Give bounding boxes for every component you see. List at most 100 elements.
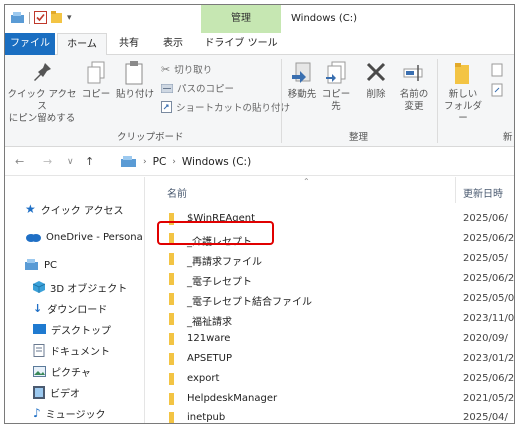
context-tab-manage[interactable]: 管理 — [201, 5, 281, 33]
tab-home[interactable]: ホーム — [57, 33, 107, 56]
copy-path-label: パスのコピー — [177, 84, 235, 95]
row-name: _電子レセプト — [187, 277, 252, 288]
row-name: 121ware — [187, 333, 231, 344]
table-row[interactable]: _電子レセプト 2025/06/2 — [155, 270, 514, 289]
row-name: _電子レセプト結合ファイル — [187, 297, 312, 308]
table-row[interactable]: inetpub 2025/04/ — [155, 409, 514, 423]
folder-icon — [169, 373, 174, 385]
tab-file[interactable]: ファイル — [5, 33, 55, 55]
row-date: 2023/11/0 — [463, 313, 515, 324]
table-row[interactable]: export 2025/06/2 — [155, 370, 515, 389]
move-to-button[interactable]: 移動先 — [287, 61, 317, 101]
tab-share[interactable]: 共有 — [109, 33, 149, 55]
breadcrumb[interactable]: › PC › Windows (C:) — [121, 148, 251, 176]
properties-checkbox-icon[interactable] — [34, 11, 47, 24]
row-date: 2025/06/2 — [463, 233, 515, 244]
delete-button[interactable]: 削除 — [361, 61, 391, 101]
cut-button[interactable]: ✂ 切り取り — [161, 61, 212, 77]
new-folder-qat-icon[interactable] — [51, 11, 63, 24]
table-row[interactable]: HelpdeskManager 2021/05/2 — [155, 390, 514, 409]
table-row[interactable]: APSETUP 2023/01/2 — [155, 350, 514, 369]
row-date: 2020/09/ — [463, 333, 508, 344]
row-name: _福祉請求 — [187, 317, 232, 328]
row-name: _再請求ファイル — [187, 257, 262, 268]
rename-icon — [403, 65, 423, 81]
nav-item-documents[interactable]: ドキュメント — [33, 340, 110, 360]
rename-button[interactable]: 名前の 変更 — [397, 61, 431, 113]
nav-item-desktop[interactable]: デスクトップ — [33, 319, 111, 339]
nav-item-downloads[interactable]: ↓ ダウンロード — [33, 298, 107, 318]
paste-icon — [125, 61, 143, 85]
nav-item-pictures[interactable]: ピクチャ — [33, 361, 91, 381]
easy-access-icon[interactable] — [491, 83, 503, 97]
move-to-icon — [292, 62, 311, 83]
pin-icon — [34, 63, 51, 81]
folder-icon — [169, 412, 174, 423]
pc-icon — [25, 259, 38, 270]
nav-item-label: デスクトップ — [51, 325, 111, 337]
up-arrow-icon[interactable]: ↑ — [85, 148, 94, 176]
highlight-box — [157, 221, 274, 245]
new-folder-button[interactable]: 新しい フォルダー — [441, 61, 485, 125]
table-row[interactable]: 121ware 2020/09/ — [155, 330, 514, 349]
breadcrumb-drive[interactable]: Windows (C:) — [182, 156, 251, 168]
copy-label: コピー — [81, 89, 111, 100]
row-name: APSETUP — [187, 353, 232, 364]
organize-group-label: 整理 — [349, 132, 369, 143]
download-icon: ↓ — [33, 301, 43, 315]
paste-shortcut-icon — [161, 101, 172, 113]
copy-path-icon — [161, 83, 173, 93]
rename-label-2: 変更 — [404, 101, 424, 112]
copy-icon — [87, 61, 105, 84]
ribbon: クイック アクセス にピン留めする コピー 貼り付け ✂ 切り取り パスのコピー… — [5, 55, 514, 147]
nav-item-label: ビデオ — [50, 388, 80, 400]
copy-button[interactable]: コピー — [81, 61, 111, 101]
new-folder-label-1: 新しい — [448, 89, 478, 100]
breadcrumb-chevron-icon[interactable]: › — [143, 157, 147, 167]
table-row[interactable]: _福祉請求 2023/11/0 — [155, 310, 515, 329]
row-date: 2025/06/2 — [463, 373, 515, 384]
paste-shortcut-button[interactable]: ショートカットの貼り付け — [161, 99, 290, 115]
delete-label: 削除 — [366, 89, 386, 100]
breadcrumb-chevron-icon[interactable]: › — [172, 157, 176, 167]
nav-item-3d-objects[interactable]: 3D オブジェクト — [33, 277, 127, 297]
nav-item-label: OneDrive - Persona — [46, 231, 143, 243]
column-header-name[interactable]: 名前 — [167, 185, 187, 200]
tab-drive-tools[interactable]: ドライブ ツール — [201, 33, 281, 55]
nav-item-music[interactable]: ♪ ミュージック — [33, 403, 105, 423]
move-to-label: 移動先 — [287, 89, 317, 100]
forward-arrow-icon[interactable]: → — [43, 148, 52, 176]
row-date: 2025/06/ — [463, 213, 508, 224]
recent-locations-chevron-icon[interactable]: ∨ — [67, 148, 74, 176]
quick-access-toolbar: ▾ — [11, 11, 72, 24]
picture-icon — [33, 365, 46, 377]
delete-icon — [366, 62, 386, 82]
nav-item-videos[interactable]: ビデオ — [33, 382, 80, 402]
copy-path-button[interactable]: パスのコピー — [161, 80, 234, 96]
folder-icon — [169, 333, 174, 345]
pin-quick-access-button[interactable]: クイック アクセス にピン留めする — [7, 61, 77, 125]
sort-caret-icon: ⌃ — [303, 177, 310, 186]
column-separator[interactable] — [455, 177, 456, 203]
tab-view[interactable]: 表示 — [153, 33, 193, 55]
qat-customize-icon[interactable]: ▾ — [67, 13, 72, 23]
new-folder-label-2: フォルダー — [443, 101, 482, 124]
nav-item-onedrive[interactable]: OneDrive - Persona — [25, 227, 143, 247]
nav-item-pc[interactable]: PC — [25, 255, 57, 275]
paste-label: 貼り付け — [115, 89, 154, 100]
copy-to-icon — [326, 61, 346, 84]
cube-icon — [33, 281, 45, 293]
document-icon — [33, 343, 45, 357]
nav-item-quick-access[interactable]: ★ クイック アクセス — [25, 199, 123, 219]
copy-to-button[interactable]: コピー先 — [321, 61, 351, 113]
table-row[interactable]: _再請求ファイル 2025/05/ — [155, 250, 514, 269]
clipboard-group-label: クリップボード — [117, 132, 184, 143]
desktop-icon — [33, 324, 46, 334]
column-header-date[interactable]: 更新日時 — [463, 185, 503, 200]
breadcrumb-pc[interactable]: PC — [153, 156, 167, 168]
paste-button[interactable]: 貼り付け — [115, 61, 155, 101]
nav-item-label: ピクチャ — [51, 367, 91, 379]
table-row[interactable]: _電子レセプト結合ファイル 2025/05/0 — [155, 290, 514, 309]
new-item-icon[interactable] — [491, 63, 503, 77]
back-arrow-icon[interactable]: ← — [15, 148, 24, 176]
